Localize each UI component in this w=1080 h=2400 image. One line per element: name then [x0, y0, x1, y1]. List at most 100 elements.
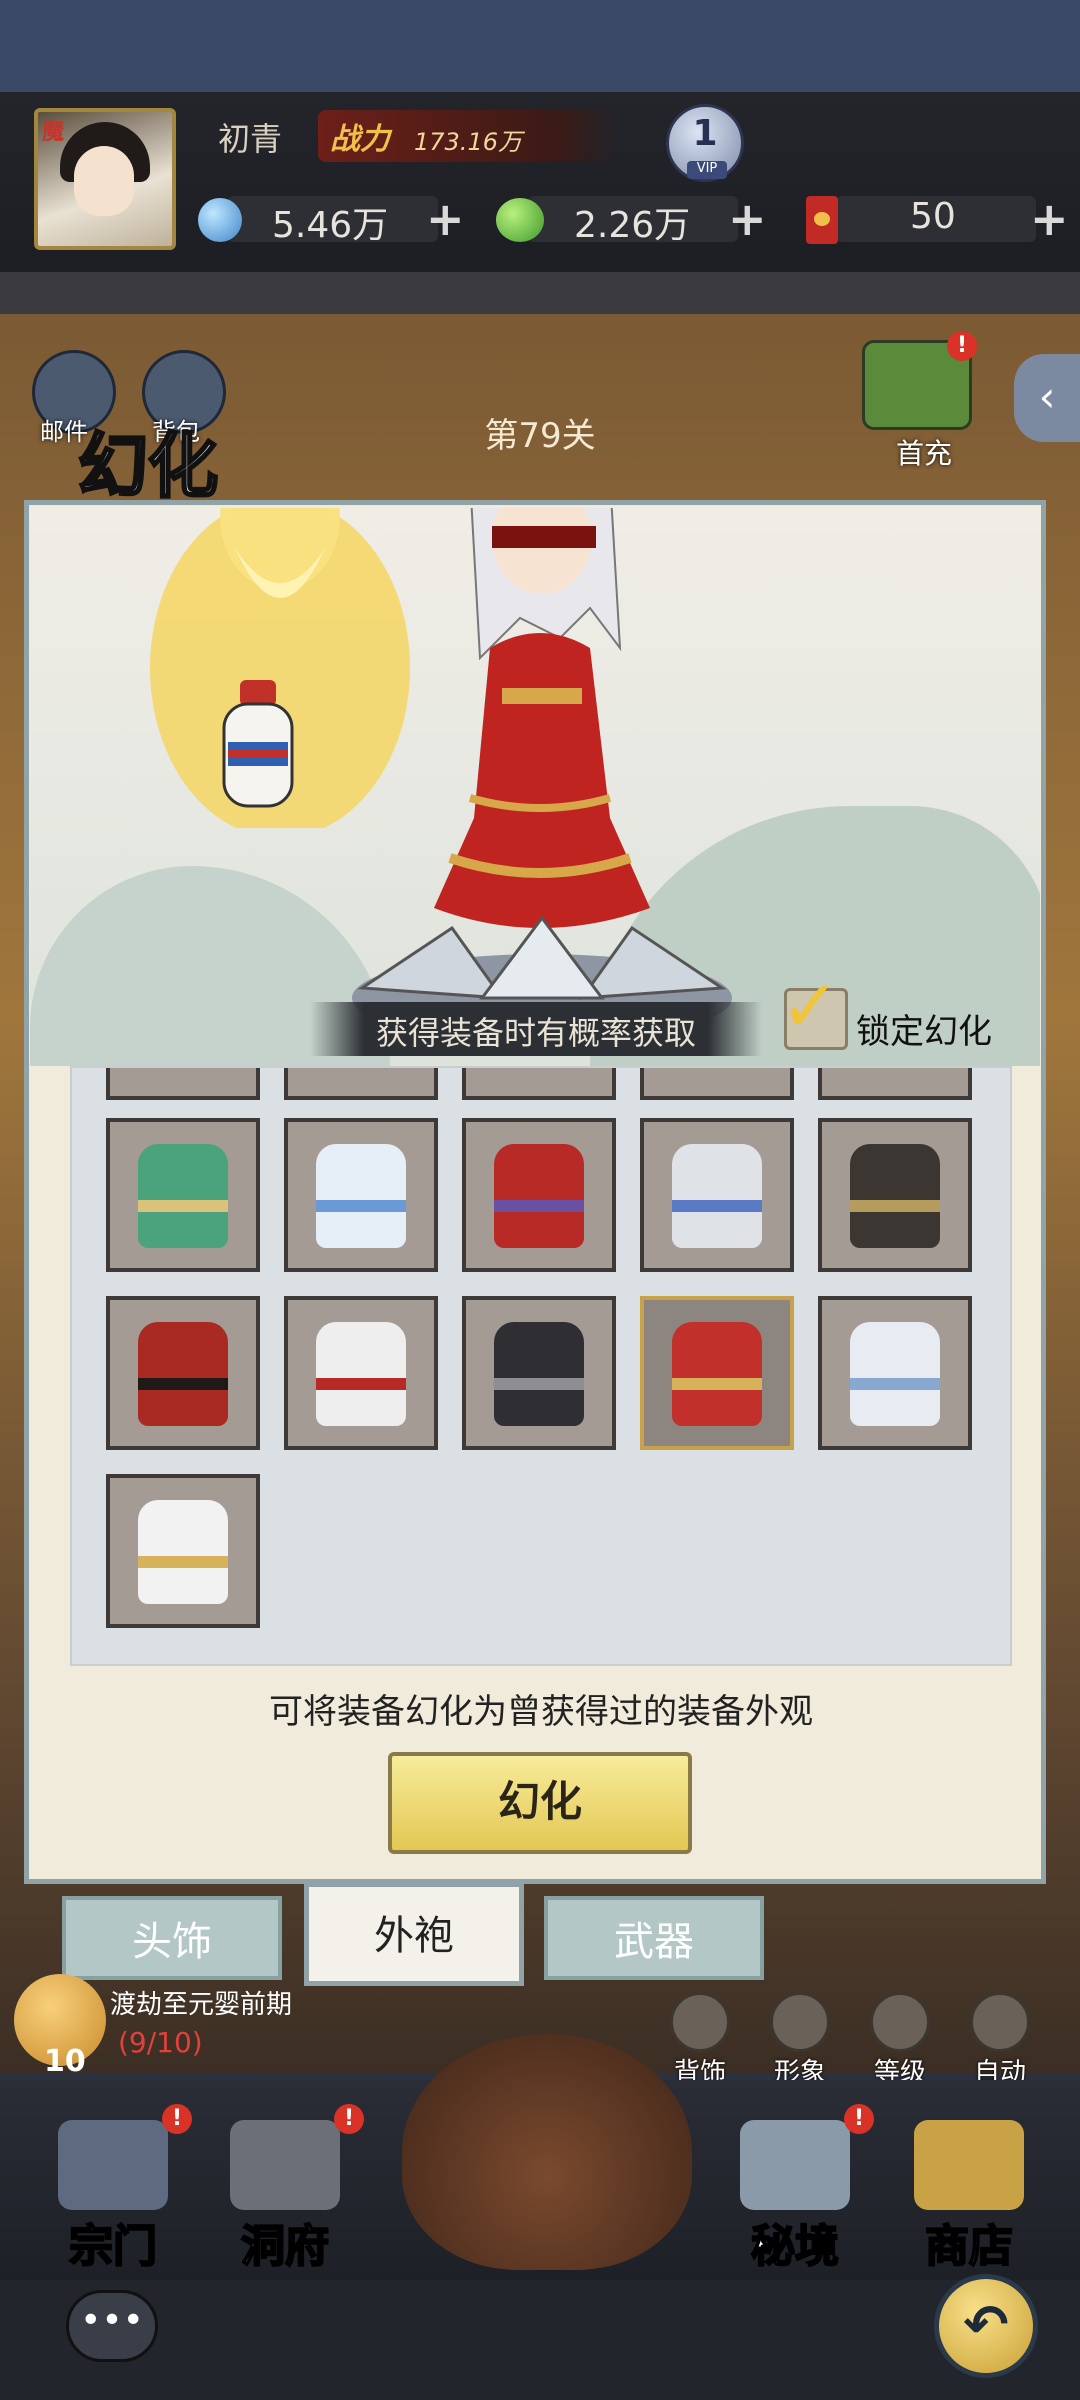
first-charge-badge: !	[947, 331, 977, 361]
quest-progress: (9/10)	[118, 2026, 203, 2059]
appearance-slot-flame-robe[interactable]	[106, 1296, 260, 1450]
tab-robe[interactable]: 外袍	[304, 1882, 524, 1986]
back-accessory-button[interactable]	[670, 1992, 730, 2052]
nav-shop[interactable]: 商店	[894, 2110, 1044, 2273]
treasure-bag-icon[interactable]	[402, 2034, 692, 2270]
wine-bottle-icon	[222, 680, 294, 808]
appearance-slot-scrolled[interactable]	[106, 1068, 260, 1100]
plain-white-robe-belt	[138, 1556, 228, 1568]
appearance-slot-white-sash-robe[interactable]	[284, 1296, 438, 1450]
vip-label: VIP	[687, 161, 727, 179]
description-text: 可将装备幻化为曾获得过的装备外观	[269, 1692, 813, 1732]
auto-button[interactable]	[970, 1992, 1030, 2052]
appearance-slot-crimson-cloak[interactable]	[462, 1118, 616, 1272]
ticket-value: 50	[910, 196, 956, 237]
sect-badge: !	[162, 2104, 192, 2134]
cave-badge: !	[334, 2104, 364, 2134]
appearance-slot-plain-white-robe[interactable]	[106, 1474, 260, 1628]
character-preview	[30, 508, 1040, 1066]
spirit-stone-value: 5.46万	[272, 205, 389, 246]
nav-shop-label: 商店	[924, 2220, 1014, 2273]
return-button[interactable]: ↶	[934, 2274, 1038, 2378]
add-ticket-button[interactable]: +	[1030, 196, 1069, 242]
first-charge-label: 首充	[896, 437, 953, 470]
appearance-slot-scrolled[interactable]	[462, 1068, 616, 1100]
bottom-strip	[0, 2280, 1080, 2400]
stage-label: 第79关	[484, 416, 596, 456]
nav-sect[interactable]: ! 宗门	[38, 2104, 192, 2273]
player-avatar[interactable]: 魔	[34, 108, 176, 250]
dark-robe-belt	[494, 1378, 584, 1390]
hint-text: 获得装备时有概率获取	[375, 1014, 696, 1052]
quest-number: 10	[44, 2044, 86, 2079]
level-button[interactable]	[870, 1992, 930, 2052]
jade-icon	[496, 198, 544, 242]
mist-robe-icon	[672, 1144, 762, 1248]
first-charge-chest-icon[interactable]: !	[862, 331, 977, 430]
tab-weapon[interactable]: 武器	[544, 1896, 764, 1980]
azure-robe-belt	[316, 1200, 406, 1212]
appearance-slot-azure-robe[interactable]	[284, 1118, 438, 1272]
appearance-button[interactable]	[770, 1992, 830, 2052]
appearance-slot-jade-robe[interactable]	[106, 1118, 260, 1272]
side-collapse-arrow[interactable]: ‹	[1014, 354, 1080, 442]
checkmark-icon: ✓	[780, 964, 841, 1048]
appearance-slot-shadow-robe[interactable]	[818, 1118, 972, 1272]
crimson-cloak-icon	[494, 1144, 584, 1248]
quest-text[interactable]: 渡劫至元婴前期	[110, 1984, 292, 2021]
lock-transform-label: 锁定幻化	[856, 1012, 992, 1052]
nav-sect-label: 宗门	[68, 2220, 158, 2273]
jade-value: 2.26万	[574, 205, 691, 246]
cave-icon	[230, 2120, 340, 2210]
nav-cave-label: 洞府	[240, 2220, 330, 2273]
frost-robe-icon	[850, 1322, 940, 1426]
red-gold-robe-icon	[672, 1322, 762, 1426]
vip-level: 1	[692, 113, 718, 154]
chat-button[interactable]: •••	[66, 2290, 158, 2362]
avatar-tag: 魔	[42, 120, 65, 145]
ticket-icon	[806, 196, 838, 244]
flame-robe-belt	[138, 1378, 228, 1390]
hud-divider	[0, 272, 1080, 314]
white-sash-robe-icon	[316, 1322, 406, 1426]
vip-badge[interactable]: 1 VIP	[666, 104, 744, 182]
tab-headwear[interactable]: 头饰	[62, 1896, 282, 1980]
frost-robe-belt	[850, 1378, 940, 1390]
appearance-slot-dark-robe[interactable]	[462, 1296, 616, 1450]
white-sash-robe-belt	[316, 1378, 406, 1390]
appearance-slot-red-gold-robe[interactable]	[640, 1296, 794, 1450]
realm-icon	[740, 2120, 850, 2210]
appearance-slot-scrolled[interactable]	[818, 1068, 972, 1100]
appearance-slot-scrolled[interactable]	[284, 1068, 438, 1100]
panel-title: 幻化	[77, 423, 220, 509]
transform-button[interactable]: 幻化	[388, 1752, 692, 1854]
avatar-face	[74, 146, 134, 216]
add-spirit-stone-button[interactable]: +	[426, 196, 465, 242]
shadow-robe-belt	[850, 1200, 940, 1212]
nav-realm-label: 秘境	[750, 2220, 840, 2273]
shop-icon	[914, 2120, 1024, 2210]
power-label: 战力	[330, 122, 390, 157]
nav-realm[interactable]: ! 秘境	[720, 2104, 874, 2273]
spirit-stone-icon	[198, 198, 242, 242]
nav-cave[interactable]: ! 洞府	[210, 2104, 364, 2273]
flame-robe-icon	[138, 1322, 228, 1426]
mist-robe-belt	[672, 1200, 762, 1212]
dark-robe-icon	[494, 1322, 584, 1426]
appearance-slot-frost-robe[interactable]	[818, 1296, 972, 1450]
add-jade-button[interactable]: +	[728, 196, 767, 242]
plain-white-robe-icon	[138, 1500, 228, 1604]
red-gold-robe-belt	[672, 1378, 762, 1390]
jade-robe-belt	[138, 1200, 228, 1212]
realm-badge: !	[844, 2104, 874, 2134]
shadow-robe-icon	[850, 1144, 940, 1248]
appearance-grid	[70, 1066, 1012, 1666]
azure-robe-icon	[316, 1144, 406, 1248]
appearance-slot-mist-robe[interactable]	[640, 1118, 794, 1272]
sect-icon	[58, 2120, 168, 2210]
appearance-slot-scrolled[interactable]	[640, 1068, 794, 1100]
status-bar	[0, 0, 1080, 92]
jade-robe-icon	[138, 1144, 228, 1248]
power-value: 173.16万	[414, 128, 522, 156]
appearance-grid-inner	[72, 1068, 1010, 1664]
